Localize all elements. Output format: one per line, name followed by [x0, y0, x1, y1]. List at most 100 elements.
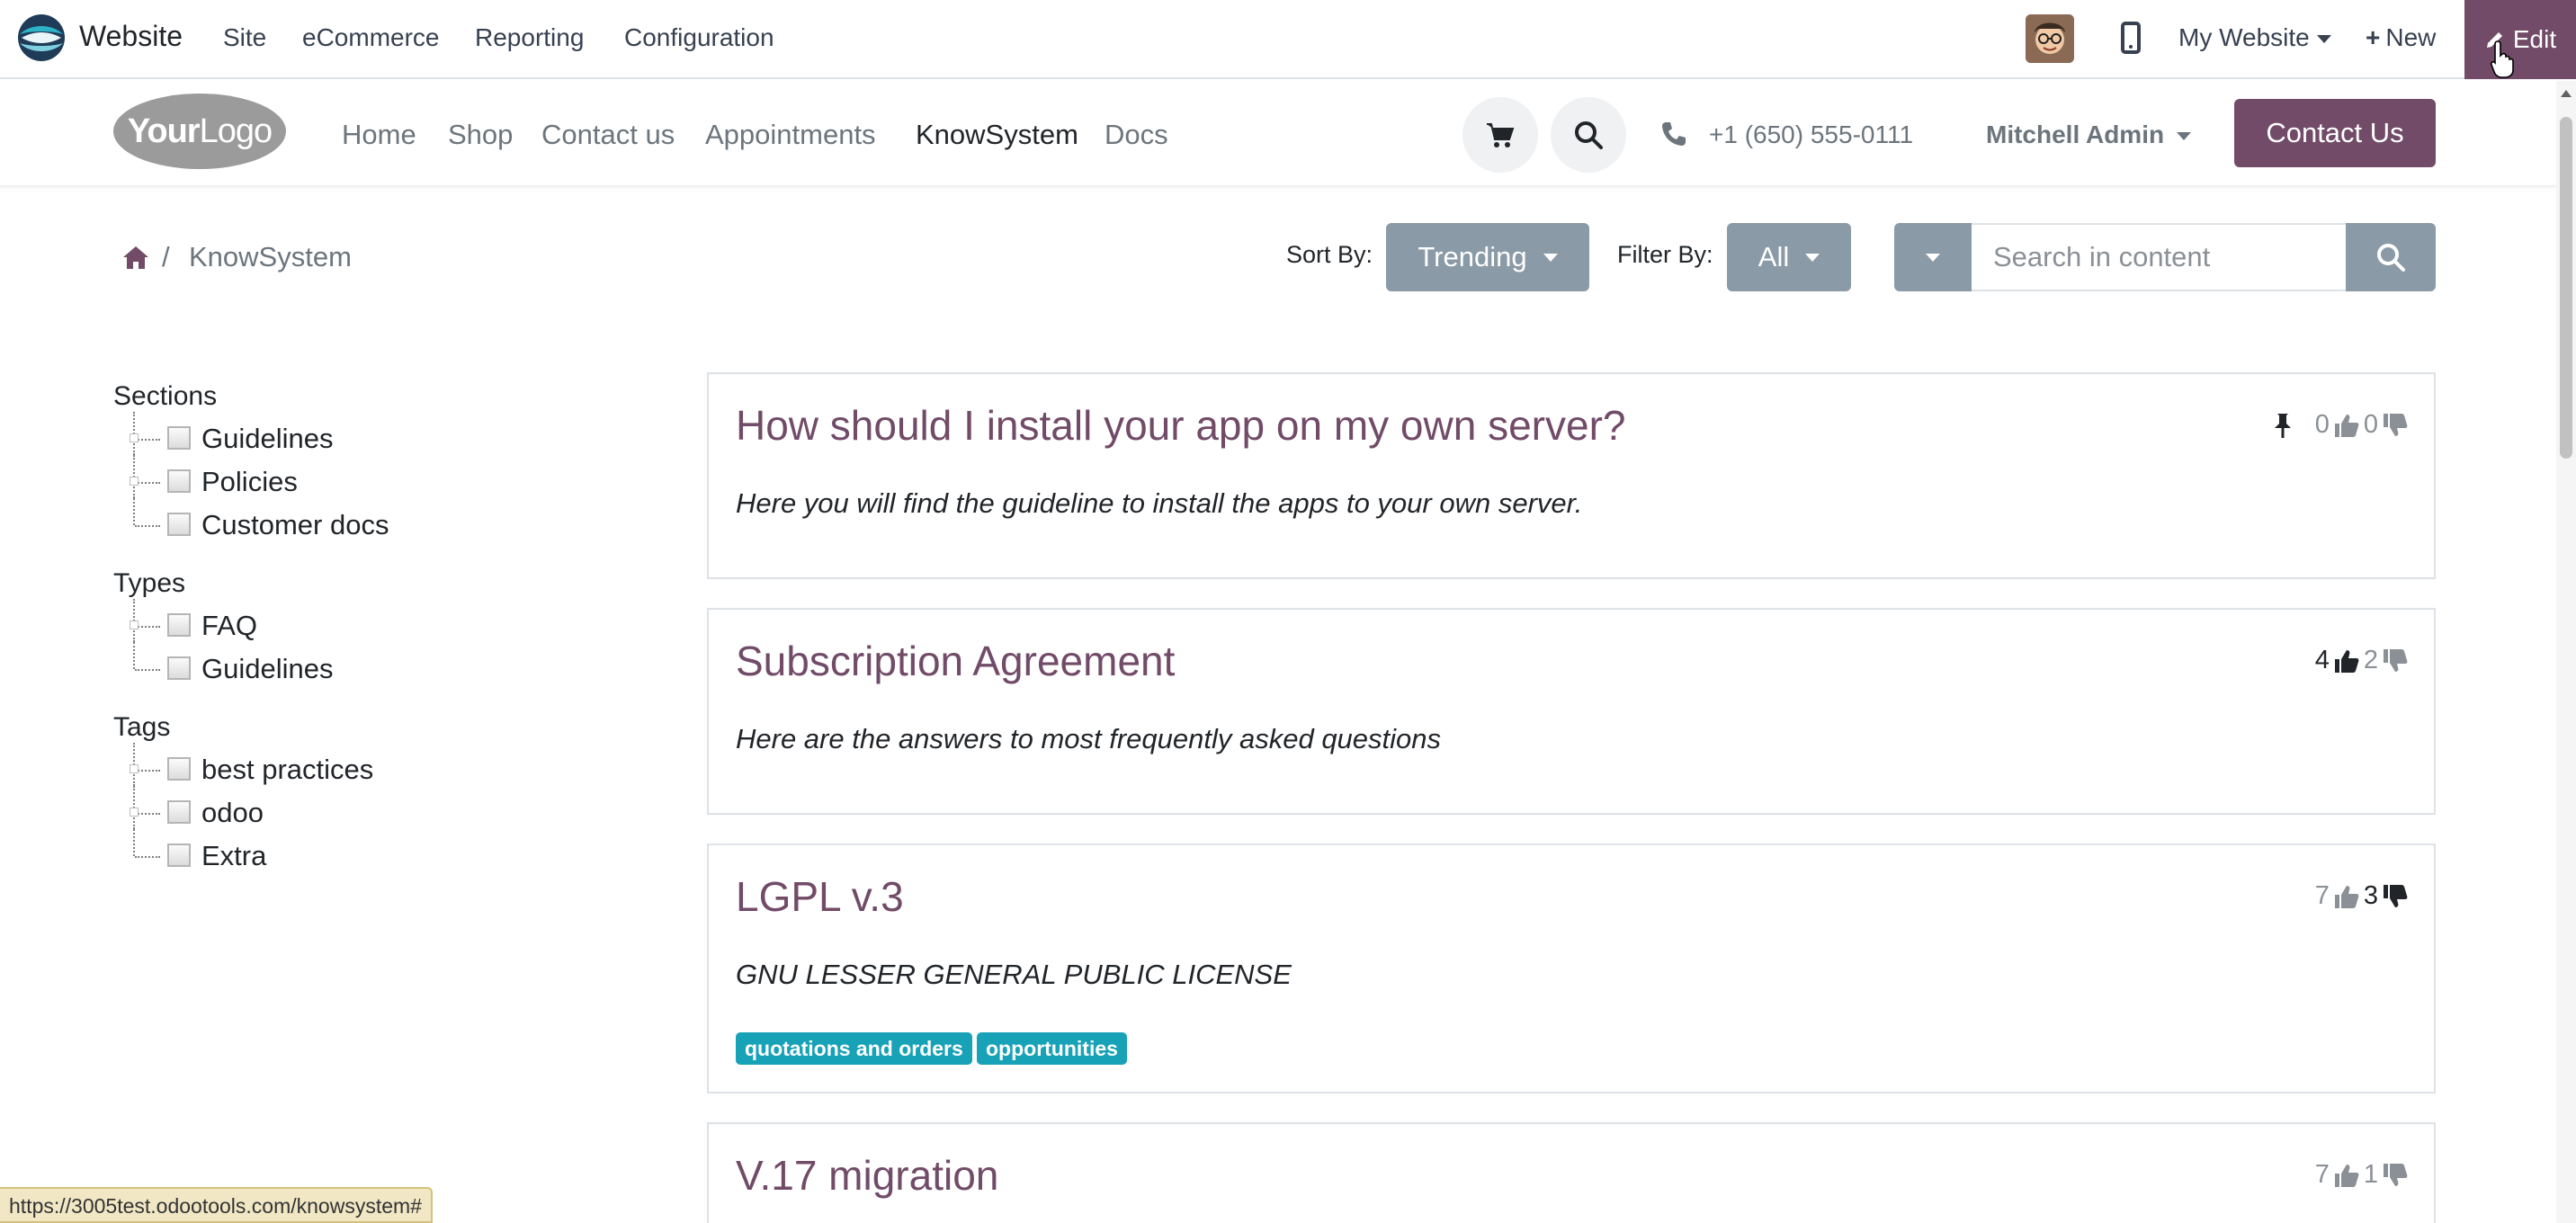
article-title[interactable]: How should I install your app on my own …: [736, 401, 1625, 450]
cart-button[interactable]: [1462, 97, 1538, 173]
edit-button[interactable]: Edit: [2464, 0, 2576, 79]
article-votes: 0 0: [2270, 410, 2409, 440]
menu-site[interactable]: Site: [223, 23, 266, 52]
filter-item[interactable]: Customer docs: [113, 498, 389, 547]
thumbs-up-icon[interactable]: [2333, 647, 2360, 674]
filter-types: Types FAQ Guidelines: [113, 563, 333, 691]
search-options-dropdown[interactable]: [1894, 223, 1972, 291]
search-submit-button[interactable]: [2346, 223, 2436, 291]
nav-contact-us[interactable]: Contact us: [541, 119, 675, 151]
thumbs-down-icon[interactable]: [2382, 1162, 2409, 1189]
cart-icon: [1487, 123, 1515, 147]
filter-item[interactable]: Policies: [113, 455, 389, 504]
likes-count: 7: [2314, 1160, 2330, 1189]
article-card[interactable]: How should I install your app on my own …: [707, 372, 2436, 579]
website-header: Your Logo Home Shop Contact us Appointmen…: [0, 81, 2576, 187]
checkbox[interactable]: [167, 513, 191, 536]
article-title[interactable]: Subscription Agreement: [736, 637, 1175, 685]
filter-label: Filter By:: [1617, 241, 1713, 268]
menu-reporting[interactable]: Reporting: [475, 23, 584, 52]
filter-tags-title: Tags: [113, 712, 171, 742]
link-status-bar: https://3005test.odootools.com/knowsyste…: [0, 1187, 433, 1223]
article-description: Here you will find the guideline to inst…: [736, 487, 1583, 519]
phone-icon: [1662, 122, 1686, 146]
scroll-up-arrow-icon[interactable]: [2561, 90, 2572, 97]
menu-ecommerce[interactable]: eCommerce: [302, 23, 439, 52]
thumbs-down-icon[interactable]: [2382, 412, 2409, 439]
nav-shop[interactable]: Shop: [448, 119, 513, 151]
filter-item[interactable]: Guidelines: [113, 642, 333, 691]
user-avatar[interactable]: [2026, 14, 2074, 63]
site-logo[interactable]: Your Logo: [113, 94, 286, 169]
thumbs-up-icon[interactable]: [2333, 412, 2360, 439]
checkbox[interactable]: [167, 469, 191, 493]
likes-count: 0: [2314, 410, 2330, 439]
scroll-thumb[interactable]: [2560, 117, 2572, 459]
dislikes-count: 0: [2363, 410, 2378, 439]
dislikes-count: 2: [2363, 646, 2378, 674]
filter-sections-title: Sections: [113, 381, 218, 411]
content-search: [1894, 223, 2436, 291]
article-tag[interactable]: quotations and orders: [736, 1032, 972, 1065]
article-votes: 7 1: [2315, 1160, 2409, 1190]
checkbox[interactable]: [167, 613, 191, 637]
menu-configuration[interactable]: Configuration: [624, 23, 774, 52]
dislikes-count: 3: [2363, 881, 2378, 910]
article-tag[interactable]: opportunities: [977, 1032, 1127, 1065]
article-card[interactable]: V.17 migration 7 1: [707, 1122, 2436, 1223]
checkbox[interactable]: [167, 426, 191, 450]
breadcrumb-separator: /: [162, 241, 170, 272]
filter-item[interactable]: Extra: [113, 829, 373, 878]
my-website-dropdown[interactable]: My Website: [2178, 23, 2331, 52]
mobile-preview-icon[interactable]: [2121, 22, 2141, 54]
filter-item[interactable]: odoo: [113, 786, 373, 835]
mouse-cursor-icon: [2490, 40, 2514, 78]
contact-us-button[interactable]: Contact Us: [2234, 99, 2436, 167]
article-votes: 4 2: [2315, 646, 2409, 675]
checkbox[interactable]: [167, 757, 191, 781]
home-icon[interactable]: [122, 245, 149, 270]
nav-docs[interactable]: Docs: [1105, 119, 1168, 151]
sort-label: Sort By:: [1286, 241, 1373, 268]
site-phone-number[interactable]: +1 (650) 555-0111: [1709, 121, 1913, 149]
nav-home[interactable]: Home: [342, 119, 416, 151]
search-icon: [2377, 244, 2405, 272]
plus-icon: +: [2366, 23, 2381, 51]
nav-appointments[interactable]: Appointments: [705, 119, 876, 151]
article-description: GNU LESSER GENERAL PUBLIC LICENSE: [736, 959, 1292, 990]
filter-item[interactable]: FAQ: [113, 599, 333, 647]
article-card[interactable]: Subscription Agreement Here are the answ…: [707, 608, 2436, 815]
pin-icon[interactable]: [2270, 412, 2295, 439]
breadcrumb-current: KnowSystem: [189, 241, 352, 272]
article-card[interactable]: LGPL v.3 GNU LESSER GENERAL PUBLIC LICEN…: [707, 844, 2436, 1094]
checkbox[interactable]: [167, 800, 191, 824]
thumbs-down-icon[interactable]: [2382, 647, 2409, 674]
likes-count: 4: [2314, 646, 2330, 674]
admin-navbar: Website Site eCommerce Reporting Configu…: [0, 0, 2576, 79]
article-title[interactable]: V.17 migration: [736, 1151, 998, 1200]
article-votes: 7 3: [2315, 881, 2409, 911]
odoo-website-app-icon[interactable]: [16, 13, 67, 63]
site-search-button[interactable]: [1551, 97, 1626, 173]
thumbs-down-icon[interactable]: [2382, 883, 2409, 910]
dislikes-count: 1: [2363, 1160, 2378, 1189]
sort-dropdown[interactable]: Trending: [1386, 223, 1589, 291]
app-brand[interactable]: Website: [79, 20, 183, 53]
checkbox[interactable]: [167, 656, 191, 680]
article-description: Here are the answers to most frequently …: [736, 723, 1442, 754]
filter-item[interactable]: best practices: [113, 743, 373, 791]
filter-dropdown[interactable]: All: [1727, 223, 1851, 291]
article-title[interactable]: LGPL v.3: [736, 872, 904, 921]
checkbox[interactable]: [167, 844, 191, 867]
page-scrollbar[interactable]: [2556, 81, 2576, 1223]
search-icon: [1575, 121, 1603, 149]
filter-tags: Tags best practices odoo Extra: [113, 707, 373, 878]
user-menu-dropdown[interactable]: Mitchell Admin: [1986, 121, 2192, 149]
thumbs-up-icon[interactable]: [2333, 883, 2360, 910]
filter-types-title: Types: [113, 568, 186, 598]
search-input[interactable]: [1972, 223, 2346, 291]
nav-knowsystem[interactable]: KnowSystem: [916, 119, 1078, 151]
thumbs-up-icon[interactable]: [2333, 1162, 2360, 1189]
new-button[interactable]: + New: [2366, 23, 2436, 52]
filter-item[interactable]: Guidelines: [113, 412, 389, 460]
